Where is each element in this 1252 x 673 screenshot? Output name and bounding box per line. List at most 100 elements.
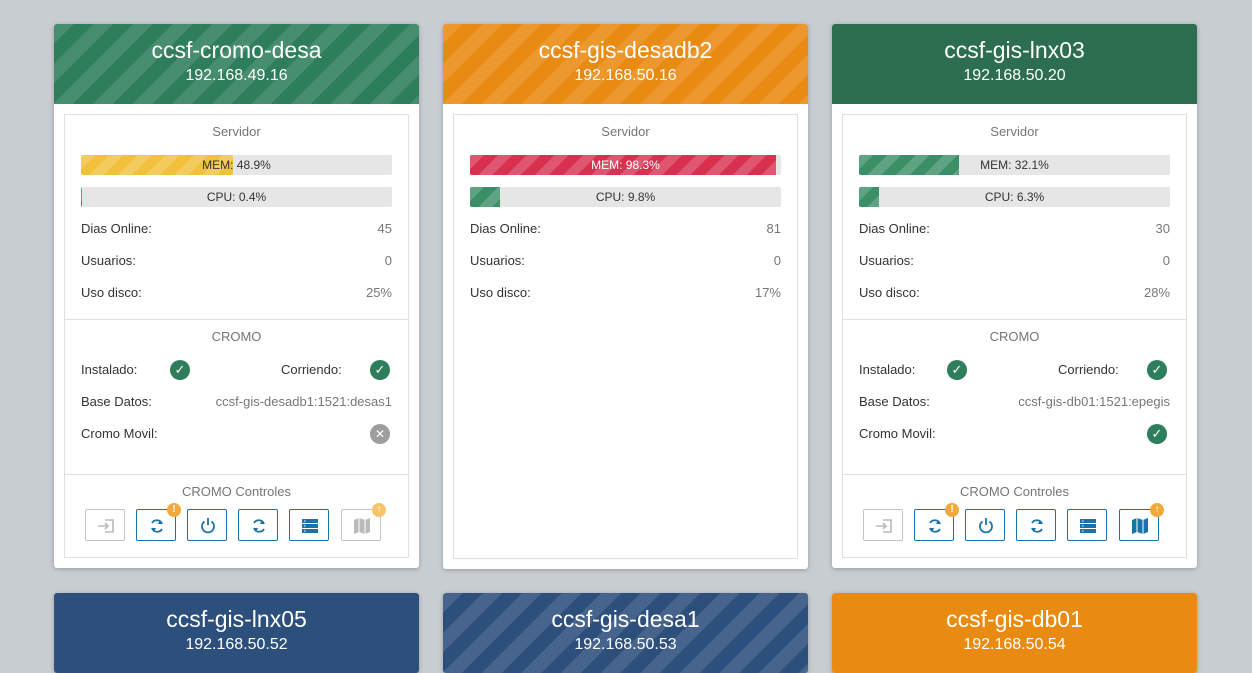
server-list-icon [1080,519,1096,533]
divider [65,319,408,320]
server-name: ccsf-gis-desa1 [551,606,700,632]
server-ip: 192.168.50.52 [185,636,288,653]
uso-disco-label: Uso disco: [859,285,920,300]
uso-disco-label: Uso disco: [81,285,142,300]
uso-disco-value: 17% [754,285,781,300]
divider [843,474,1186,475]
usuarios-row: Usuarios: 0 [470,251,781,271]
cpu-label: CPU: 9.8% [595,190,656,204]
usuarios-value: 0 [773,253,781,268]
card-header: ccsf-cromo-desa 192.168.49.16 [54,24,419,104]
power-button[interactable] [187,509,227,541]
card-body: Servidor MEM: 98.3% CPU: 9.8% Dias Onlin… [453,114,798,559]
uso-disco-row: Uso disco: 28% [859,283,1170,303]
section-title-controles: CROMO Controles [181,484,292,499]
warning-badge: ! [167,503,181,517]
check-circle-icon: ✓ [370,360,390,380]
card-header: ccsf-gis-desadb2 192.168.50.16 [443,24,808,104]
usuarios-label: Usuarios: [470,253,525,268]
controls-row: ! ↑ [863,503,1164,543]
sync-warning-button[interactable]: ! [914,503,959,541]
check-circle-icon: ✓ [1147,360,1167,380]
server-name: ccsf-gis-lnx05 [166,606,307,632]
refresh-button[interactable] [238,509,278,541]
refresh-icon [1031,519,1043,533]
server-card: ccsf-gis-desa1 192.168.50.53 [443,593,808,673]
base-datos-value: ccsf-gis-desadb1:1521:desas1 [215,394,392,409]
section-title-cromo: CROMO [989,329,1040,344]
dias-online-row: Dias Online: 45 [81,219,392,239]
uso-disco-row: Uso disco: 17% [470,283,781,303]
server-ip: 192.168.50.16 [574,67,677,84]
instalado-label: Instalado: [859,362,916,377]
sync-warning-button[interactable]: ! [136,503,181,541]
upload-badge: ↑ [372,503,386,517]
sync-icon [151,519,163,533]
server-ip: 192.168.49.16 [185,67,288,84]
cromo-movil-label: Cromo Movil: [859,426,936,441]
dias-online-value: 81 [766,221,781,236]
base-datos-row: Base Datos: ccsf-gis-desadb1:1521:desas1 [81,392,392,412]
corriendo-row: Corriendo: [1058,360,1138,380]
sync-icon [929,519,941,533]
server-ip: 192.168.50.20 [963,67,1066,84]
base-datos-row: Base Datos: ccsf-gis-db01:1521:epegis [859,392,1170,412]
usuarios-value: 0 [1162,253,1170,268]
controls-row: ! ↑ [85,503,386,543]
login-button[interactable] [85,509,125,541]
login-icon [876,519,892,533]
card-body: Servidor MEM: 48.9% CPU: 0.4% Dias Onlin… [64,114,409,558]
divider [843,319,1186,320]
check-circle-icon: ✓ [947,360,967,380]
dias-online-value: 30 [1155,221,1170,236]
mem-bar: MEM: 48.9% [81,155,392,175]
server-name: ccsf-gis-lnx03 [944,37,1085,63]
uso-disco-value: 28% [1143,285,1170,300]
refresh-icon [253,519,265,533]
usuarios-label: Usuarios: [81,253,136,268]
check-circle-icon: ✓ [1147,424,1167,444]
mem-label: MEM: 98.3% [591,158,660,172]
server-list-icon [302,519,318,533]
mem-bar: MEM: 32.1% [859,155,1170,175]
server-ip: 192.168.50.54 [963,636,1066,653]
corriendo-row: Corriendo: [281,360,361,380]
card-header: ccsf-gis-desa1 192.168.50.53 [443,593,808,673]
cpu-bar: CPU: 0.4% [81,187,392,207]
uso-disco-value: 25% [365,285,392,300]
power-button[interactable] [965,509,1005,541]
divider [65,474,408,475]
dias-online-row: Dias Online: 30 [859,219,1170,239]
section-title-controles: CROMO Controles [959,484,1070,499]
power-icon [201,518,215,534]
dias-online-label: Dias Online: [81,221,152,236]
base-datos-label: Base Datos: [859,394,930,409]
map-button[interactable]: ↑ [341,503,386,541]
server-card: ccsf-gis-db01 192.168.50.54 [832,593,1197,673]
section-title-servidor: Servidor [990,124,1039,139]
server-list-button[interactable] [1067,509,1107,541]
usuarios-label: Usuarios: [859,253,914,268]
cromo-movil-row: Cromo Movil: [81,424,392,444]
dias-online-row: Dias Online: 81 [470,219,781,239]
base-datos-value: ccsf-gis-db01:1521:epegis [1018,394,1170,409]
mem-label: MEM: 48.9% [202,158,271,172]
cromo-movil-label: Cromo Movil: [81,426,158,441]
dias-online-label: Dias Online: [859,221,930,236]
cpu-label: CPU: 0.4% [206,190,267,204]
login-icon [98,519,114,533]
refresh-button[interactable] [1016,509,1056,541]
uso-disco-label: Uso disco: [470,285,531,300]
section-title-servidor: Servidor [212,124,261,139]
cpu-bar: CPU: 6.3% [859,187,1170,207]
map-button[interactable]: ↑ [1119,503,1164,541]
login-button[interactable] [863,509,903,541]
cancel-circle-icon: ✕ [370,424,390,444]
uso-disco-row: Uso disco: 25% [81,283,392,303]
cpu-label: CPU: 6.3% [984,190,1045,204]
cromo-movil-row: Cromo Movil: [859,424,1170,444]
server-list-button[interactable] [289,509,329,541]
card-body: Servidor MEM: 32.1% CPU: 6.3% Dias Onlin… [842,114,1187,558]
power-icon [979,518,993,534]
usuarios-row: Usuarios: 0 [859,251,1170,271]
